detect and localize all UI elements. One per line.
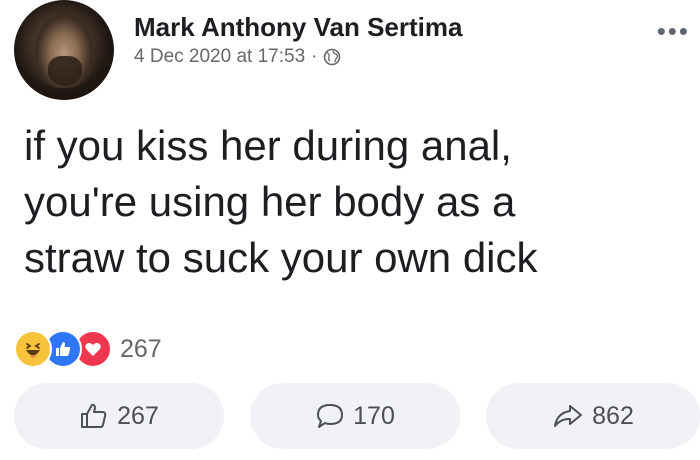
haha-reaction-icon xyxy=(14,330,52,368)
avatar-beard xyxy=(48,56,82,86)
reaction-count[interactable]: 267 xyxy=(120,335,162,364)
meta-separator: · xyxy=(311,46,318,67)
action-bar: 267 170 862 xyxy=(14,383,700,449)
facebook-post: Mark Anthony Van Sertima 4 Dec 2020 at 1… xyxy=(0,0,700,460)
globe-icon[interactable] xyxy=(323,48,341,66)
speech-bubble-icon xyxy=(317,404,344,428)
comment-button[interactable]: 170 xyxy=(250,383,460,449)
post-timestamp[interactable]: 4 Dec 2020 at 17:53 xyxy=(134,46,305,68)
ellipsis-icon[interactable]: ••• xyxy=(657,18,690,44)
like-button[interactable]: 267 xyxy=(14,383,224,449)
share-arrow-icon xyxy=(554,405,583,427)
post-meta: 4 Dec 2020 at 17:53 · xyxy=(134,46,341,68)
share-count: 862 xyxy=(592,401,634,430)
avatar[interactable] xyxy=(14,0,114,100)
comment-count: 170 xyxy=(353,401,395,430)
post-text-line: straw to suck your own dick xyxy=(24,234,538,281)
share-button[interactable]: 862 xyxy=(486,383,700,449)
author-name[interactable]: Mark Anthony Van Sertima xyxy=(134,12,462,43)
like-count: 267 xyxy=(117,401,159,430)
thumbs-up-icon xyxy=(81,403,107,428)
post-text-line: if you kiss her during anal, xyxy=(24,122,512,169)
post-text: if you kiss her during anal, you're usin… xyxy=(24,118,684,286)
reaction-summary[interactable]: 267 xyxy=(14,328,162,370)
post-text-line: you're using her body as a xyxy=(24,178,516,225)
